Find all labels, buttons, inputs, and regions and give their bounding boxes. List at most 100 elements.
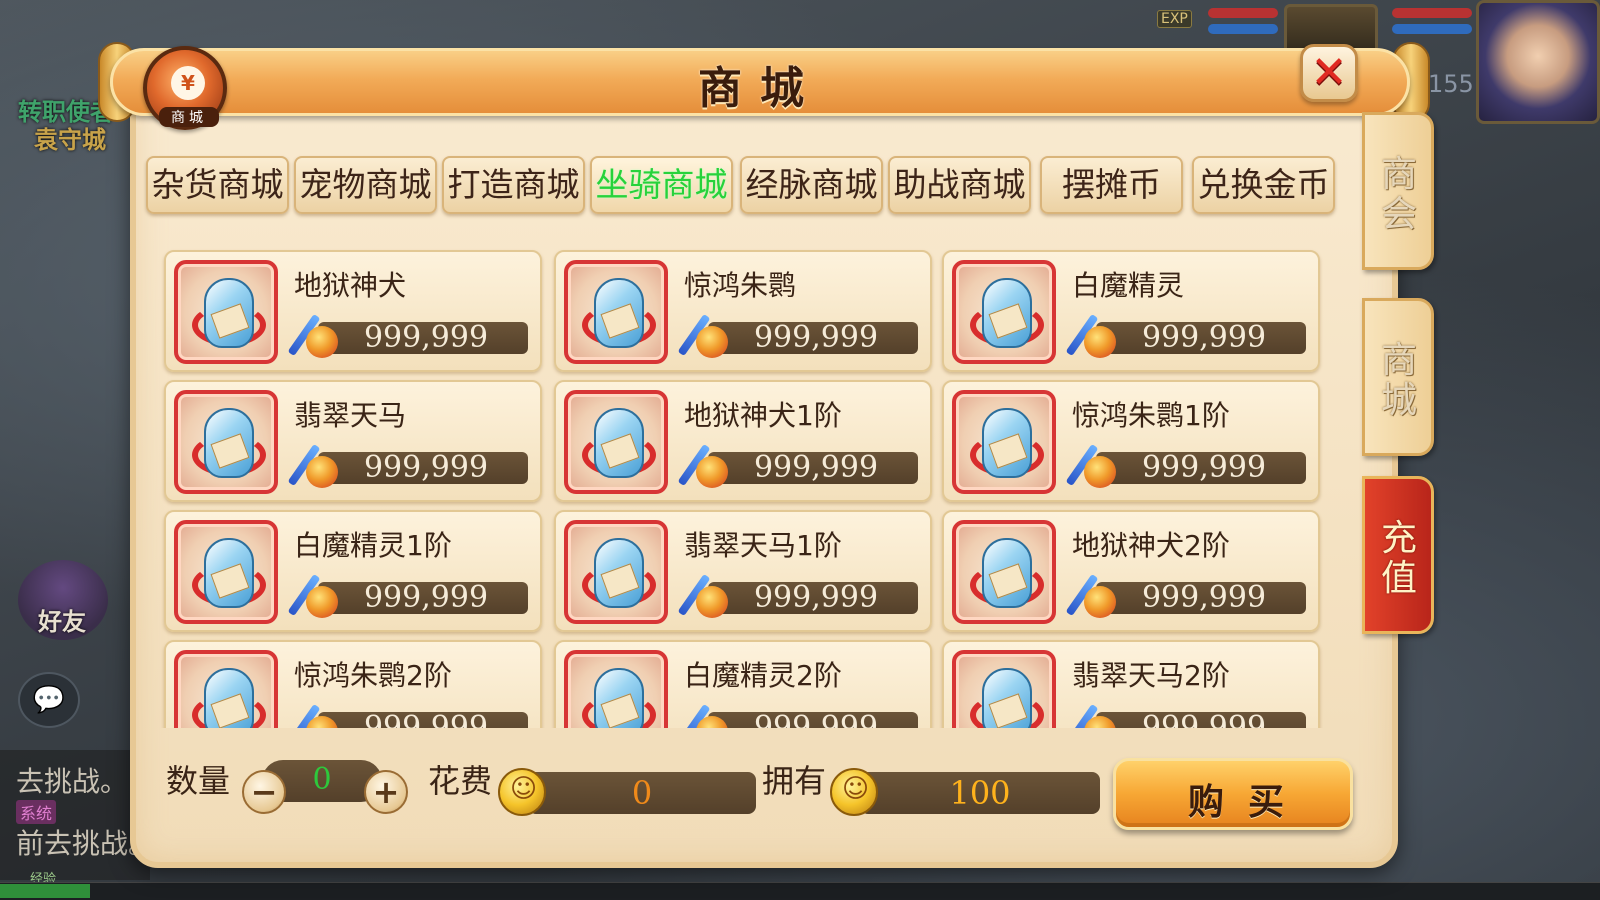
chat-button[interactable]: 💬 — [18, 672, 80, 728]
item-price: 999,999 — [363, 320, 489, 355]
player-level: 155 — [1428, 70, 1474, 98]
increase-quantity-button[interactable]: + — [364, 770, 408, 814]
tab-6[interactable]: 摆摊币 — [1040, 156, 1183, 214]
mount-scroll-jar-icon — [564, 390, 668, 494]
shop-item-card[interactable]: 惊鸿朱鹮 999,999 — [554, 250, 932, 372]
tab-2[interactable]: 打造商城 — [442, 156, 585, 214]
buy-button-label: 购买 — [1187, 782, 1308, 823]
mount-scroll-jar-icon — [952, 260, 1056, 364]
quantity-label: 数量 — [166, 762, 231, 800]
mount-scroll-jar-icon — [564, 260, 668, 364]
item-name: 白魔精灵2阶 — [684, 659, 842, 692]
mount-scroll-jar-icon — [564, 650, 668, 728]
owned-label: 拥有 — [762, 762, 827, 800]
shop-item-card[interactable]: 地狱神犬2阶 999,999 — [942, 510, 1320, 632]
side-tab-recharge[interactable]: 充值 — [1362, 476, 1434, 634]
cost-label: 花费 — [428, 762, 493, 800]
item-price: 999,999 — [753, 580, 879, 615]
shop-item-card[interactable]: 地狱神犬1阶 999,999 — [554, 380, 932, 502]
item-name: 白魔精灵 — [1072, 269, 1185, 302]
exp-bar — [0, 882, 1600, 900]
item-name: 惊鸿朱鹮2阶 — [294, 659, 452, 692]
item-price: 999,999 — [363, 450, 489, 485]
item-price: 999,999 — [753, 320, 879, 355]
item-price: 999,999 — [753, 710, 879, 728]
jar-shape — [594, 408, 644, 478]
pet-hp-bar — [1208, 8, 1278, 18]
item-name: 翡翠天马2阶 — [1072, 659, 1230, 692]
item-price: 999,999 — [1141, 710, 1267, 728]
chat-line: 去挑战。 — [16, 765, 129, 798]
shop-logo-label: 商城 — [159, 107, 219, 127]
item-name: 地狱神犬2阶 — [1072, 529, 1230, 562]
mount-scroll-jar-icon — [564, 520, 668, 624]
shop-item-card[interactable]: 翡翠天马2阶 999,999 — [942, 640, 1320, 728]
jar-shape — [982, 408, 1032, 478]
side-tab-label: 商会 — [1380, 154, 1417, 235]
shop-item-card[interactable]: 白魔精灵2阶 999,999 — [554, 640, 932, 728]
item-name: 惊鸿朱鹮 — [684, 269, 797, 302]
jar-shape — [594, 538, 644, 608]
jar-shape — [204, 278, 254, 348]
quest-location[interactable]: 袁守城 — [34, 120, 106, 155]
mount-scroll-jar-icon — [174, 390, 278, 494]
shop-item-card[interactable]: 地狱神犬 999,999 — [164, 250, 542, 372]
item-name: 地狱神犬1阶 — [684, 399, 842, 432]
side-tab-shop[interactable]: 商城 — [1362, 298, 1434, 456]
friend-label: 好友 — [38, 608, 86, 636]
shop-item-card[interactable]: 惊鸿朱鹮1阶 999,999 — [942, 380, 1320, 502]
money-bag-icon: ¥ — [171, 66, 205, 100]
player-hp-bar — [1392, 8, 1472, 18]
tab-4[interactable]: 经脉商城 — [740, 156, 883, 214]
tab-0[interactable]: 杂货商城 — [146, 156, 289, 214]
item-name: 翡翠天马1阶 — [684, 529, 842, 562]
shop-item-card[interactable]: 白魔精灵 999,999 — [942, 250, 1320, 372]
mount-scroll-jar-icon — [952, 650, 1056, 728]
item-name: 地狱神犬 — [294, 269, 407, 302]
item-price: 999,999 — [1141, 450, 1267, 485]
owned-value: 100 — [949, 774, 1011, 812]
close-icon: ✕ — [1310, 47, 1348, 98]
item-price: 999,999 — [1141, 580, 1267, 615]
shop-item-card[interactable]: 白魔精灵1阶 999,999 — [164, 510, 542, 632]
jar-shape — [594, 668, 644, 728]
side-tab-chamber[interactable]: 商会 — [1362, 112, 1434, 270]
exp-bar-fill — [0, 884, 90, 898]
item-name: 惊鸿朱鹮1阶 — [1072, 399, 1230, 432]
chat-system-badge: 系统 — [16, 800, 57, 824]
item-price: 999,999 — [363, 580, 489, 615]
exp-badge: EXP — [1157, 10, 1192, 28]
jar-shape — [982, 538, 1032, 608]
close-button[interactable]: ✕ — [1300, 44, 1358, 102]
shop-item-card[interactable]: 翡翠天马1阶 999,999 — [554, 510, 932, 632]
tab-3[interactable]: 坐骑商城 — [590, 156, 733, 214]
decrease-quantity-button[interactable]: − — [242, 770, 286, 814]
shop-logo-icon: ¥ 商城 — [143, 46, 227, 130]
mount-scroll-jar-icon — [174, 260, 278, 364]
player-portrait[interactable] — [1476, 0, 1600, 124]
item-name: 翡翠天马 — [294, 399, 407, 432]
tab-7[interactable]: 兑换金币 — [1192, 156, 1335, 214]
mount-scroll-jar-icon — [952, 390, 1056, 494]
item-price: 999,999 — [1141, 320, 1267, 355]
tab-1[interactable]: 宠物商城 — [294, 156, 437, 214]
jar-shape — [204, 668, 254, 728]
pet-mp-bar — [1208, 24, 1278, 34]
player-mp-bar — [1392, 24, 1472, 34]
chat-bubble-icon: 💬 — [32, 685, 66, 715]
mount-scroll-jar-icon — [952, 520, 1056, 624]
jar-shape — [594, 278, 644, 348]
side-tab-label: 充值 — [1380, 518, 1417, 599]
item-name: 白魔精灵1阶 — [294, 529, 452, 562]
jar-shape — [204, 408, 254, 478]
jar-shape — [982, 278, 1032, 348]
jar-shape — [982, 668, 1032, 728]
tab-5[interactable]: 助战商城 — [888, 156, 1031, 214]
item-grid[interactable]: 地狱神犬 999,999 惊鸿朱鹮 999,999 白魔精灵 999,999 翡翠天马 999… — [160, 246, 1330, 728]
shop-item-card[interactable]: 惊鸿朱鹮2阶 999,999 — [164, 640, 542, 728]
mount-scroll-jar-icon — [174, 520, 278, 624]
jar-shape — [204, 538, 254, 608]
buy-button[interactable]: 购买 — [1113, 758, 1353, 830]
cost-value: 0 — [631, 774, 653, 812]
shop-item-card[interactable]: 翡翠天马 999,999 — [164, 380, 542, 502]
